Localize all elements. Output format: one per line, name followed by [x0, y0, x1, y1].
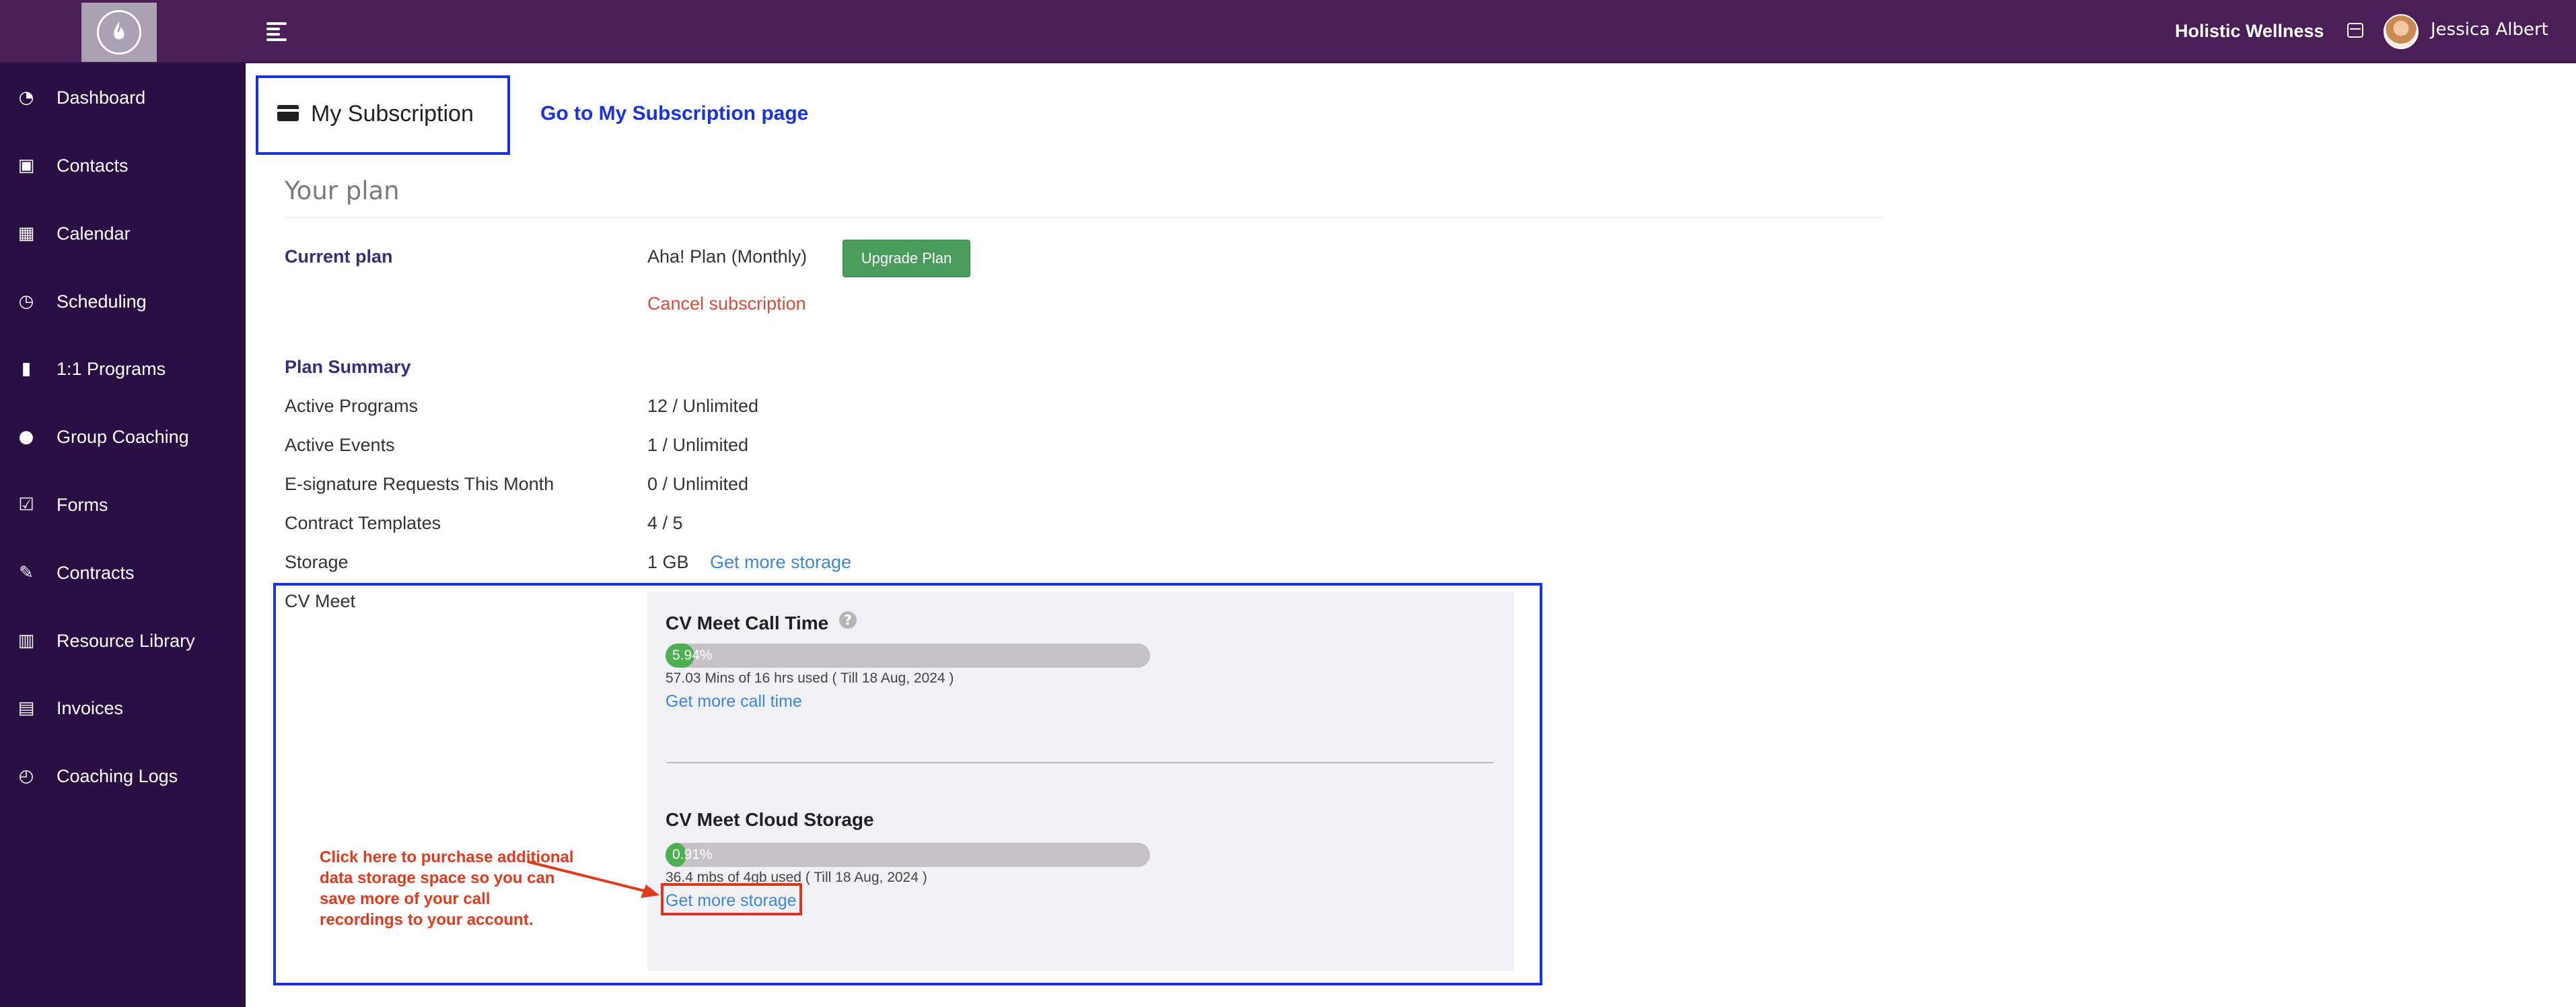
scheduling-icon: ◷ [18, 291, 34, 312]
menu-toggle-icon[interactable] [266, 21, 287, 42]
progress-text: 0.91% [672, 847, 713, 862]
summary-value: 0 / Unlimited [647, 474, 749, 494]
sidebar-item-label: Group Coaching [57, 426, 189, 447]
clock-icon: ◴ [18, 766, 34, 786]
sidebar-item-contacts[interactable]: ▣ Contacts [0, 145, 246, 186]
sidebar-item-coaching-logs[interactable]: ◴ Coaching Logs [0, 756, 246, 796]
summary-label: Contract Templates [285, 513, 441, 533]
invoices-icon: ▤ [17, 698, 35, 718]
sidebar-item-label: Dashboard [57, 87, 146, 108]
help-icon[interactable]: ? [839, 611, 857, 629]
progress-text: 5.94% [672, 648, 713, 663]
avatar[interactable] [2384, 14, 2419, 49]
cloud-storage-title: CV Meet Cloud Storage [666, 809, 874, 830]
current-plan-value: Aha! Plan (Monthly) [647, 246, 808, 267]
sidebar-item-label: Coaching Logs [57, 765, 178, 786]
storage-label: Storage [285, 552, 349, 572]
calendar-icon: ▦ [17, 223, 35, 244]
sidebar-item-programs[interactable]: ▮ 1:1 Programs [0, 349, 246, 389]
cloud-storage-progress-bar: 0.91% [666, 843, 1150, 867]
your-plan-heading: Your plan [285, 176, 400, 205]
cancel-subscription-link[interactable]: Cancel subscription [647, 293, 806, 314]
sidebar-item-invoices[interactable]: ▤ Invoices [0, 688, 246, 728]
sidebar-item-scheduling[interactable]: ◷ Scheduling [0, 281, 246, 322]
sidebar-item-resource-library[interactable]: ▥ Resource Library [0, 621, 246, 661]
top-bar: Holistic Wellness Jessica Albert [0, 0, 2576, 63]
app-root: Holistic Wellness Jessica Albert ◔ Dashb… [0, 0, 2576, 1007]
sidebar-item-contracts[interactable]: ✎ Contracts [0, 553, 246, 593]
sidebar-item-label: Contracts [57, 562, 135, 583]
contracts-icon: ✎ [19, 563, 34, 583]
book-icon: ▮ [21, 359, 32, 379]
divider [667, 762, 1493, 763]
subscription-header-highlight: My Subscription [256, 75, 510, 155]
brand-logo[interactable] [81, 3, 157, 62]
call-time-progress-bar: 5.94% [666, 644, 1150, 668]
goto-subscription-link[interactable]: Go to My Subscription page [540, 102, 808, 125]
briefcase-icon[interactable] [2347, 23, 2363, 38]
main-content: My Subscription Go to My Subscription pa… [246, 63, 2576, 1007]
divider [285, 217, 1883, 218]
upgrade-plan-button[interactable]: Upgrade Plan [843, 240, 970, 277]
sidebar: ◔ Dashboard ▣ Contacts ▦ Calendar ◷ Sche… [0, 63, 246, 1007]
sidebar-item-group-coaching[interactable]: ● Group Coaching [0, 417, 246, 457]
group-icon: ● [18, 427, 34, 447]
summary-value: 4 / 5 [647, 513, 683, 533]
summary-label: Active Events [285, 435, 395, 455]
summary-label: E-signature Requests This Month [285, 474, 554, 494]
call-time-usage: 57.03 Mins of 16 hrs used ( Till 18 Aug,… [666, 670, 954, 686]
sidebar-item-label: Scheduling [57, 291, 147, 312]
summary-value: 12 / Unlimited [647, 396, 759, 416]
sidebar-item-label: Resource Library [57, 630, 195, 651]
user-name[interactable]: Jessica Albert [2431, 20, 2548, 40]
flame-logo-icon [97, 10, 141, 55]
summary-value: 1 / Unlimited [647, 435, 749, 455]
sidebar-item-forms[interactable]: ☑ Forms [0, 485, 246, 525]
contacts-icon: ▣ [17, 155, 35, 176]
sidebar-item-label: Contacts [57, 155, 129, 176]
sidebar-item-calendar[interactable]: ▦ Calendar [0, 213, 246, 254]
organization-name[interactable]: Holistic Wellness [2175, 21, 2324, 42]
sidebar-item-label: Calendar [57, 223, 131, 244]
summary-label: Active Programs [285, 396, 419, 416]
sidebar-item-label: Invoices [57, 697, 124, 718]
current-plan-label: Current plan [285, 246, 393, 267]
get-more-call-time-link[interactable]: Get more call time [666, 692, 802, 711]
cv-meet-label: CV Meet [285, 591, 356, 611]
forms-icon: ☑ [18, 495, 34, 515]
dashboard-icon: ◔ [18, 88, 34, 108]
cloud-get-more-storage-link[interactable]: Get more storage [666, 891, 797, 911]
library-icon: ▥ [17, 631, 35, 651]
get-more-storage-link[interactable]: Get more storage [710, 552, 851, 573]
annotation-arrow-icon [527, 860, 659, 898]
credit-card-icon [277, 105, 299, 121]
sidebar-item-dashboard[interactable]: ◔ Dashboard [0, 77, 246, 118]
storage-value: 1 GB [647, 552, 689, 572]
plan-summary-label: Plan Summary [285, 357, 411, 377]
sidebar-item-label: 1:1 Programs [57, 358, 166, 379]
sidebar-item-label: Forms [57, 494, 108, 515]
call-time-title: CV Meet Call Time [666, 613, 829, 633]
page-title: My Subscription [311, 101, 474, 127]
